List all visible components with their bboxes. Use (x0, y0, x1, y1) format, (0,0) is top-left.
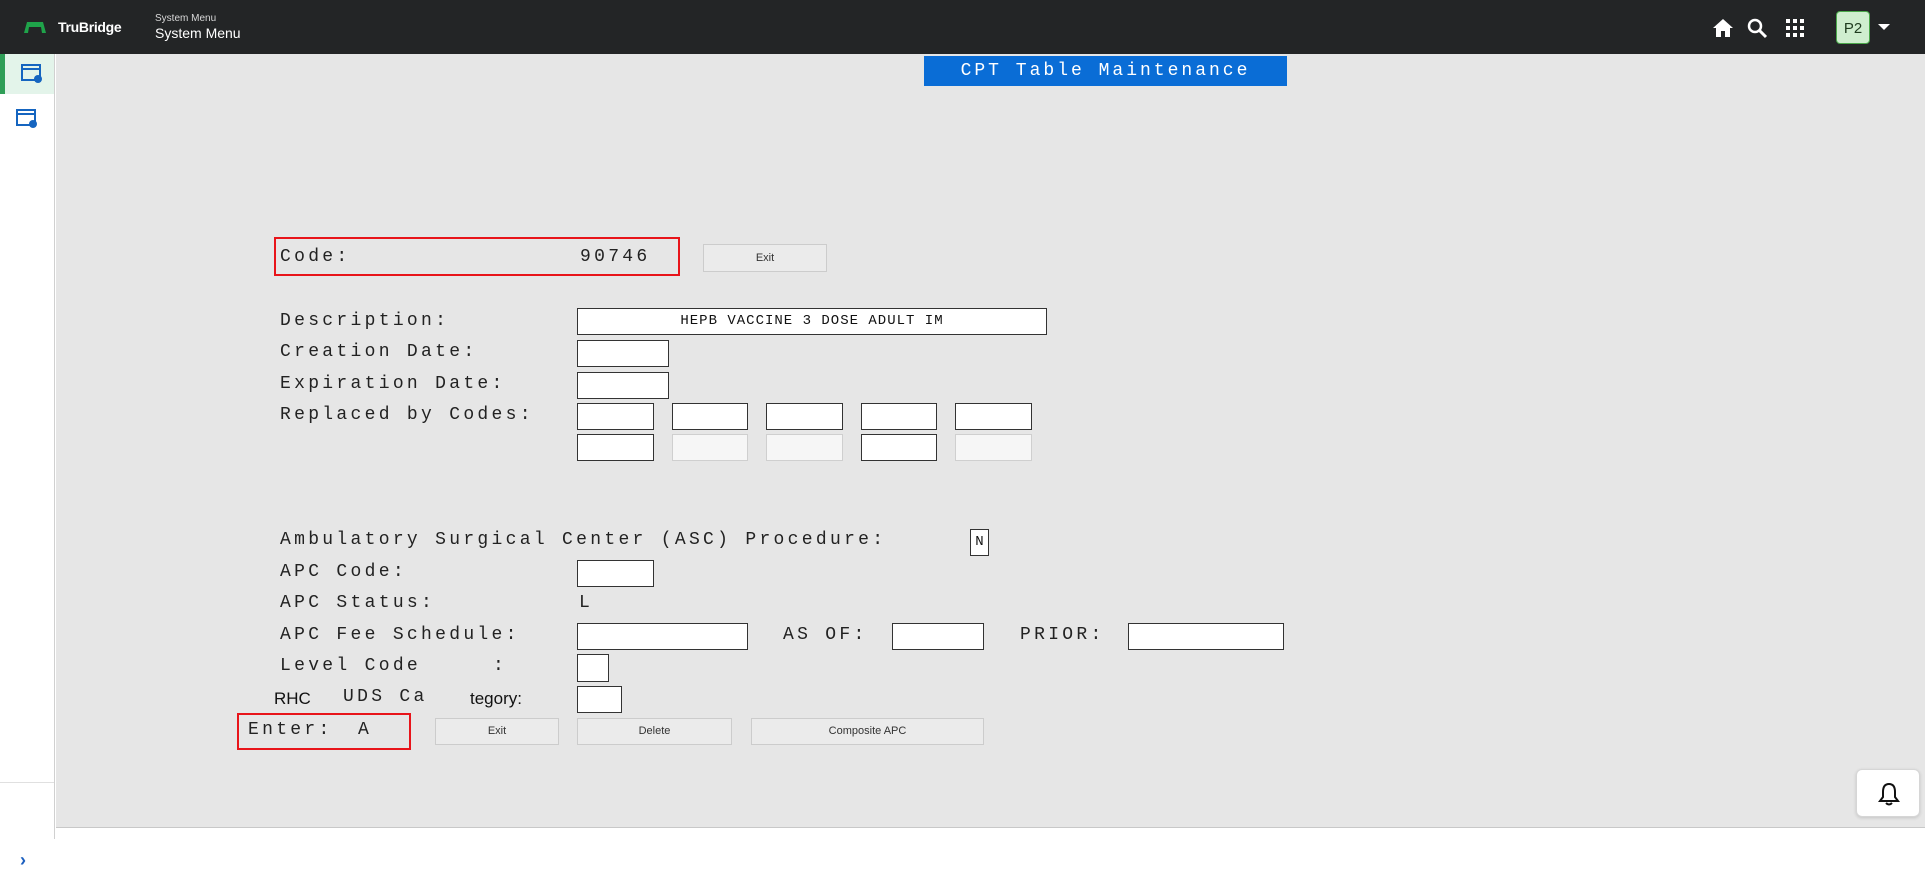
sidebar-item-2[interactable] (0, 99, 54, 139)
sidebar-divider (0, 782, 54, 783)
apc-fee-label: APC Fee Schedule: (280, 625, 520, 645)
apc-status-value: L (579, 593, 594, 613)
notification-button[interactable] (1856, 769, 1920, 817)
composite-apc-button[interactable]: Composite APC (751, 718, 984, 745)
expiration-date-field[interactable] (577, 372, 669, 399)
chevron-down-icon[interactable] (1878, 24, 1890, 30)
replaced-code-2[interactable] (672, 403, 748, 430)
prior-field[interactable] (1128, 623, 1284, 650)
prior-label: PRIOR: (1020, 625, 1105, 645)
menu-title[interactable]: System Menu (155, 25, 241, 41)
window-settings-icon (21, 64, 42, 83)
description-label: Description: (280, 311, 450, 331)
apc-code-label: APC Code: (280, 562, 407, 582)
top-bar: TruBridge System Menu System Menu P2 (0, 0, 1925, 54)
creation-date-label: Creation Date: (280, 342, 478, 362)
rhc-label: RHC (274, 689, 311, 708)
replaced-code-3[interactable] (766, 403, 843, 430)
code-value[interactable]: 90746 (580, 247, 651, 267)
enter-value[interactable]: A (358, 720, 372, 740)
window-settings-icon (16, 109, 37, 128)
replaced-code-10[interactable] (955, 434, 1032, 461)
apps-grid-icon[interactable] (1783, 16, 1807, 40)
enter-label: Enter: (248, 720, 333, 740)
exit-button[interactable]: Exit (435, 718, 559, 745)
level-code-field[interactable] (577, 654, 609, 682)
replaced-code-1[interactable] (577, 403, 654, 430)
code-label: Code: (280, 247, 351, 267)
replaced-code-6[interactable] (577, 434, 654, 461)
bell-icon (1878, 782, 1900, 806)
sidebar-item-1[interactable] (0, 54, 54, 94)
level-code-colon: : (493, 656, 508, 676)
replaced-code-9[interactable] (861, 434, 937, 461)
user-avatar[interactable]: P2 (1836, 11, 1870, 44)
expiration-date-label: Expiration Date: (280, 374, 506, 394)
replaced-by-label: Replaced by Codes: (280, 405, 534, 425)
brand-name[interactable]: TruBridge (58, 19, 122, 35)
apc-fee-field[interactable] (577, 623, 748, 650)
creation-date-field[interactable] (577, 340, 669, 367)
as-of-label: AS OF: (783, 625, 868, 645)
bottom-border (56, 827, 1925, 840)
level-code-label: Level Code (280, 656, 422, 676)
apc-code-field[interactable] (577, 560, 654, 587)
replaced-code-5[interactable] (955, 403, 1032, 430)
home-icon[interactable] (1711, 16, 1735, 40)
uds-label: UDS Ca (343, 687, 428, 707)
trubridge-logo-icon (24, 22, 46, 33)
replaced-code-8[interactable] (766, 434, 843, 461)
asc-field[interactable]: N (970, 529, 989, 556)
asc-label: Ambulatory Surgical Center (ASC) Procedu… (280, 530, 887, 550)
description-field[interactable]: HEPB VACCINE 3 DOSE ADULT IM (577, 308, 1047, 335)
as-of-field[interactable] (892, 623, 984, 650)
sidebar: › (0, 54, 55, 870)
menu-caption: System Menu (155, 13, 217, 24)
category-label: tegory: (470, 689, 522, 708)
chevron-right-icon[interactable]: › (20, 850, 26, 871)
screen-title: CPT Table Maintenance (924, 56, 1287, 86)
delete-button[interactable]: Delete (577, 718, 732, 745)
search-icon[interactable] (1745, 16, 1769, 40)
uds-category-field[interactable] (577, 686, 622, 713)
apc-status-label: APC Status: (280, 593, 436, 613)
replaced-code-4[interactable] (861, 403, 937, 430)
replaced-code-7[interactable] (672, 434, 748, 461)
exit-top-button[interactable]: Exit (703, 244, 827, 272)
